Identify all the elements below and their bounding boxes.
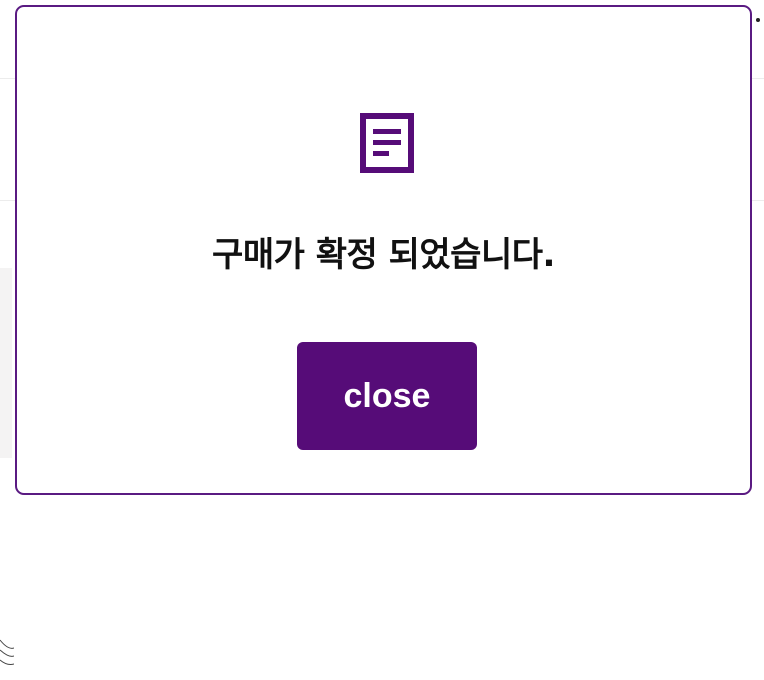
product-image-icon <box>0 639 14 665</box>
background-dot <box>756 18 760 22</box>
product-thumbnail <box>0 268 14 665</box>
confirmation-message: 구매가 확정 되었습니다. <box>212 235 555 275</box>
confirmation-dialog: 구매가 확정 되었습니다. close <box>15 5 752 495</box>
document-icon <box>360 113 414 173</box>
close-button[interactable]: close <box>297 342 477 450</box>
